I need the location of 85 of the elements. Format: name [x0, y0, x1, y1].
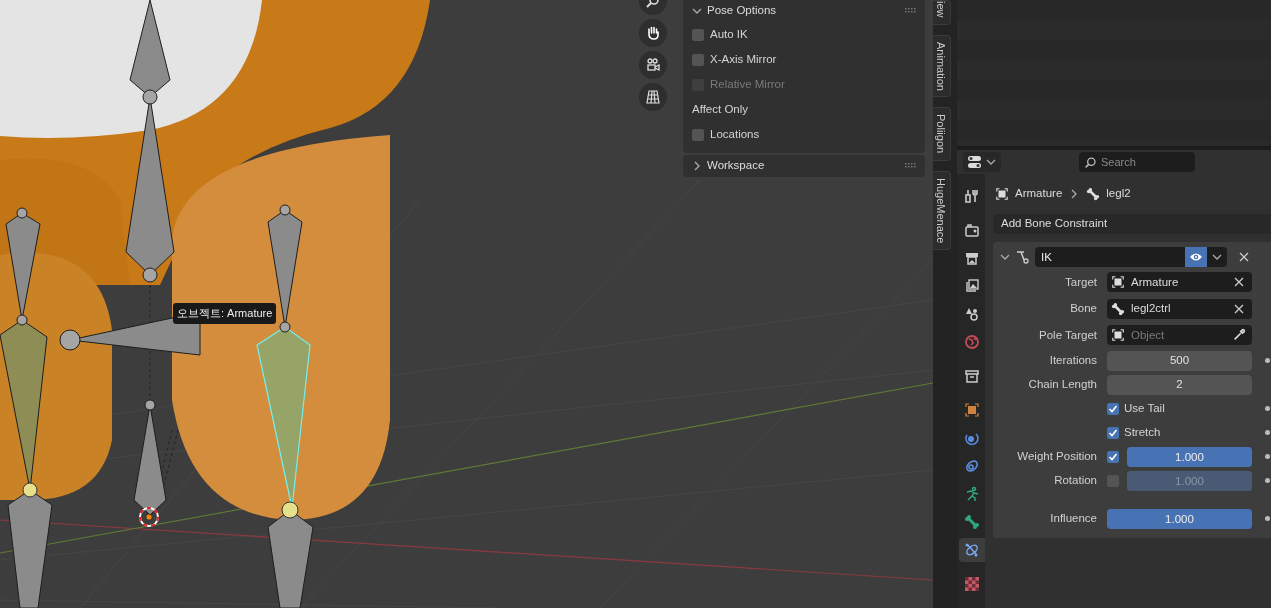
bone-icon: [1086, 187, 1101, 201]
image-stack-icon: [964, 278, 980, 294]
checkbox-label[interactable]: Auto IK: [710, 25, 748, 44]
keyframe-dot[interactable]: [1265, 516, 1270, 521]
field-label: Target: [1064, 274, 1097, 290]
running-figure-icon: [964, 486, 980, 502]
field-label: Rotation: [1053, 472, 1097, 488]
tooltip: 오브젝트: Armature: [173, 303, 277, 324]
field-label: Bone: [1069, 301, 1097, 317]
checkbox[interactable]: [1107, 450, 1119, 463]
options-dropdown[interactable]: [1207, 247, 1227, 267]
drag-handle-icon[interactable]: [905, 8, 917, 14]
checkbox-label[interactable]: X-Axis Mirror: [710, 50, 777, 69]
search-field[interactable]: Search: [1079, 152, 1195, 172]
bone-icon: [1111, 301, 1125, 316]
section-label: Affect Only: [692, 101, 749, 117]
checkbox[interactable]: [692, 128, 704, 141]
add-constraint-menu[interactable]: Add Bone Constraint: [993, 214, 1271, 234]
bone-icon: [964, 514, 980, 530]
sidebar-tab[interactable]: HugeMenace: [933, 170, 951, 250]
slider[interactable]: 1.000: [1107, 508, 1252, 529]
toggle-icon: [967, 155, 983, 169]
keyframe-dot[interactable]: [1265, 430, 1270, 435]
hand-icon: [645, 25, 661, 41]
eyedropper-icon: [1232, 328, 1246, 343]
checkbox-label[interactable]: Locations: [710, 125, 760, 144]
checkbox[interactable]: [1107, 426, 1119, 439]
object-square-icon: [995, 187, 1009, 201]
checkbox[interactable]: [692, 28, 704, 41]
globe-icon: [964, 334, 980, 350]
close-icon: [1234, 277, 1244, 288]
field-label: Influence: [1049, 510, 1097, 526]
keyframe-dot[interactable]: [1265, 454, 1270, 459]
field-value: legl2ctrl: [1131, 301, 1172, 317]
box-icon: [964, 368, 980, 384]
panel-title[interactable]: Pose Options: [707, 2, 777, 20]
keyframe-dot[interactable]: [1265, 358, 1270, 363]
checkbox-label[interactable]: Use Tail: [1124, 399, 1165, 418]
breadcrumb-item: legl2: [1106, 186, 1131, 202]
breadcrumb-item: Armature: [1015, 186, 1063, 202]
eye-icon: [1189, 252, 1203, 262]
keyframe-dot[interactable]: [1265, 406, 1270, 411]
search-input[interactable]: Search: [1101, 153, 1181, 171]
sidebar-tab[interactable]: Animation: [933, 34, 951, 98]
panel-title[interactable]: Workspace: [707, 157, 765, 175]
wrench-icon: [964, 188, 980, 204]
checkbox-label: Relative Mirror: [710, 76, 785, 92]
number-field[interactable]: 2: [1107, 374, 1252, 395]
orbit-icon: [964, 430, 980, 446]
object-field[interactable]: Armature: [1107, 272, 1252, 293]
object-square-icon: [1111, 328, 1125, 343]
keyframe-dot[interactable]: [1265, 478, 1270, 483]
ik-constraint-icon: [1015, 249, 1031, 265]
bone-link-icon: [964, 542, 980, 558]
properties-tab[interactable]: [959, 538, 985, 562]
sidebar-tab[interactable]: iew: [933, 0, 951, 25]
field-value: Armature: [1131, 274, 1180, 290]
checkbox-label[interactable]: Stretch: [1124, 423, 1161, 442]
checkerboard-icon: [964, 576, 980, 592]
editor-type-button[interactable]: [963, 152, 1001, 172]
number-field[interactable]: 500: [1107, 350, 1252, 371]
field-placeholder: Object: [1131, 327, 1166, 343]
grid-icon: [645, 89, 661, 105]
field-label: Iterations: [1048, 352, 1097, 368]
close-icon: [1234, 303, 1244, 314]
object-field[interactable]: legl2ctrl: [1107, 298, 1252, 319]
shapes-icon: [964, 306, 980, 322]
slider[interactable]: 1.000: [1127, 446, 1252, 467]
constraint-name-field[interactable]: IK: [1035, 247, 1185, 267]
sidebar-tab[interactable]: Poliigon: [933, 107, 951, 161]
checkbox[interactable]: [692, 53, 704, 66]
field-label: Chain Length: [1027, 376, 1097, 392]
visibility-toggle[interactable]: [1185, 247, 1207, 267]
camera-back-icon: [964, 222, 980, 238]
printer-icon: [964, 250, 980, 266]
object-field[interactable]: Object: [1107, 325, 1252, 346]
field-label: Weight Position: [1016, 448, 1097, 464]
field-label: Pole Target: [1038, 327, 1097, 343]
close-icon: [1239, 252, 1249, 262]
object-square-icon: [1111, 275, 1125, 290]
search-icon: [1084, 155, 1097, 169]
drag-handle-icon[interactable]: [905, 163, 917, 169]
checkbox[interactable]: [1107, 402, 1119, 415]
square-icon: [964, 402, 980, 418]
camera-icon: [645, 57, 661, 73]
